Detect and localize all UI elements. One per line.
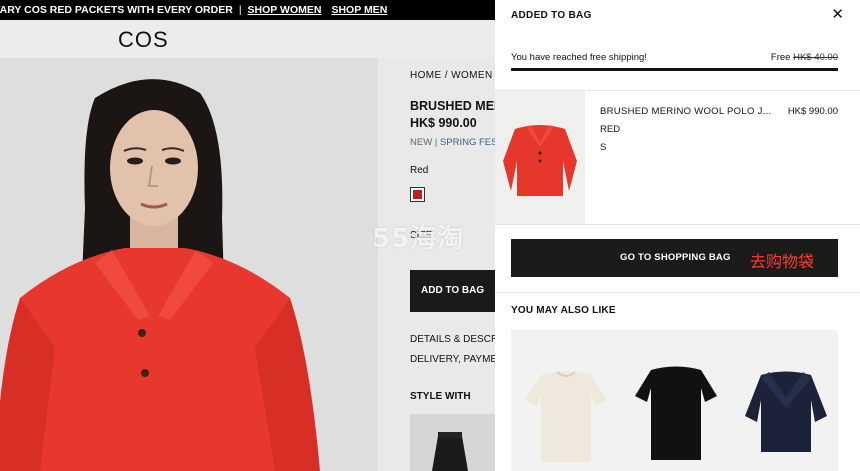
- go-to-bag-cn-annotation: 去购物袋: [750, 252, 815, 271]
- promo-message: TARY COS RED PACKETS WITH EVERY ORDER: [0, 4, 233, 16]
- tag-separator: |: [434, 137, 438, 148]
- shipping-progress-fill: [511, 68, 838, 71]
- shipping-free: Free HK$ 40.00: [771, 52, 838, 63]
- bag-item-image[interactable]: [495, 91, 585, 224]
- promo-separator: |: [238, 4, 242, 16]
- shop-women-link[interactable]: SHOP WOMEN: [248, 0, 322, 20]
- you-may-also-like-heading: YOU MAY ALSO LIKE: [511, 305, 616, 316]
- shipping-old-price: HK$ 40.00: [793, 52, 838, 63]
- divider: [495, 224, 860, 225]
- cos-logo[interactable]: COS: [118, 27, 169, 53]
- bag-item-name[interactable]: BRUSHED MERINO WOOL POLO J...: [600, 106, 775, 117]
- product-price: HK$ 990.00: [410, 116, 477, 130]
- recommendations-carousel: [511, 330, 838, 471]
- shop-men-link[interactable]: SHOP MEN: [331, 0, 387, 20]
- style-with-heading: STYLE WITH: [410, 391, 471, 402]
- go-to-shopping-bag-button[interactable]: GO TO SHOPPING BAG 去购物袋: [511, 239, 838, 277]
- shipping-free-label: Free: [770, 52, 791, 63]
- shipping-message: You have reached free shipping!: [511, 52, 647, 63]
- swatch-fill: [413, 190, 422, 199]
- product-photo: [0, 58, 378, 471]
- color-swatch-red[interactable]: [410, 187, 425, 202]
- shipping-status: You have reached free shipping! Free HK$…: [511, 52, 838, 63]
- bag-item-color: RED: [600, 124, 621, 135]
- shipping-progress-bar: [511, 68, 838, 71]
- added-to-bag-drawer: ADDED TO BAG ✕ You have reached free shi…: [495, 0, 860, 471]
- style-with-thumbnail[interactable]: [410, 414, 496, 471]
- close-icon[interactable]: ✕: [831, 5, 844, 23]
- go-to-bag-label: GO TO SHOPPING BAG: [620, 252, 731, 263]
- add-to-bag-button[interactable]: ADD TO BAG: [410, 270, 500, 312]
- watermark: 55海淘: [372, 224, 465, 254]
- tag-new: NEW: [410, 137, 433, 148]
- divider: [495, 292, 860, 293]
- color-label: Red: [410, 165, 429, 176]
- breadcrumb[interactable]: HOME / WOMEN: [410, 70, 493, 81]
- bag-item-size: S: [600, 142, 607, 153]
- bag-item-price: HK$ 990.00: [787, 106, 838, 117]
- drawer-title: ADDED TO BAG: [511, 10, 592, 21]
